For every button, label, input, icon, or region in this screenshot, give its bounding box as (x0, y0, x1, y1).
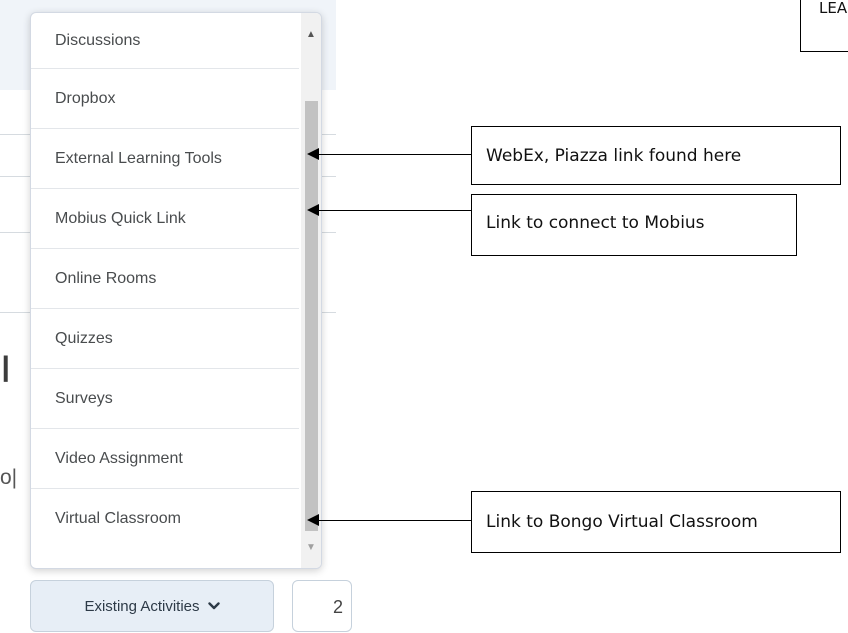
arrowhead-icon (307, 514, 319, 526)
annotation-box-webex: WebEx, Piazza link found here (471, 126, 841, 185)
scrollbar-thumb[interactable] (305, 101, 318, 531)
scroll-up-arrow-icon[interactable]: ▲ (301, 23, 321, 45)
annotation-text: WebEx, Piazza link found here (486, 145, 742, 166)
menu-item-label: Surveys (55, 389, 113, 407)
annotation-box-top-right: LEA (800, 0, 848, 52)
annotation-text: LEA (819, 0, 848, 17)
scroll-down-arrow-icon[interactable]: ▼ (301, 536, 321, 558)
dropdown-menu-list: Discussions Dropbox External Learning To… (31, 13, 299, 548)
menu-item-label: Dropbox (55, 89, 116, 107)
dropdown-scrollbar[interactable]: ▲ ▼ (301, 13, 321, 568)
menu-item-virtual-classroom[interactable]: Virtual Classroom (31, 488, 299, 548)
annotation-leader-line (318, 520, 471, 521)
background-heading-fragment: ו (0, 343, 12, 392)
menu-item-surveys[interactable]: Surveys (31, 368, 299, 428)
side-button-label: 2 (333, 597, 344, 617)
menu-item-label: Discussions (55, 31, 141, 49)
menu-item-label: Mobius Quick Link (55, 209, 186, 227)
activity-type-dropdown[interactable]: Discussions Dropbox External Learning To… (30, 12, 322, 569)
background-text-fragment: o| (0, 466, 18, 489)
annotation-text: Link to Bongo Virtual Classroom (486, 512, 758, 532)
annotation-text: Link to connect to Mobius (486, 213, 705, 233)
existing-activities-label: Existing Activities (84, 597, 200, 615)
side-button[interactable]: 2 (292, 580, 352, 632)
annotation-leader-line (318, 210, 471, 211)
menu-item-discussions[interactable]: Discussions (31, 13, 299, 68)
menu-item-dropbox[interactable]: Dropbox (31, 68, 299, 128)
annotation-box-mobius: Link to connect to Mobius (471, 194, 797, 256)
menu-item-label: Online Rooms (55, 269, 157, 287)
arrowhead-icon (307, 204, 319, 216)
arrowhead-icon (307, 148, 319, 160)
menu-item-label: External Learning Tools (55, 149, 222, 167)
annotation-box-bongo: Link to Bongo Virtual Classroom (471, 491, 841, 553)
existing-activities-button[interactable]: Existing Activities (30, 580, 274, 632)
annotation-leader-line (318, 154, 471, 155)
menu-item-video-assignment[interactable]: Video Assignment (31, 428, 299, 488)
menu-item-external-learning-tools[interactable]: External Learning Tools (31, 128, 299, 188)
menu-item-label: Virtual Classroom (55, 509, 181, 527)
menu-item-online-rooms[interactable]: Online Rooms (31, 248, 299, 308)
chevron-down-icon (207, 602, 220, 610)
menu-item-label: Video Assignment (55, 449, 183, 467)
menu-item-mobius-quick-link[interactable]: Mobius Quick Link (31, 188, 299, 248)
menu-item-quizzes[interactable]: Quizzes (31, 308, 299, 368)
menu-item-label: Quizzes (55, 329, 113, 347)
